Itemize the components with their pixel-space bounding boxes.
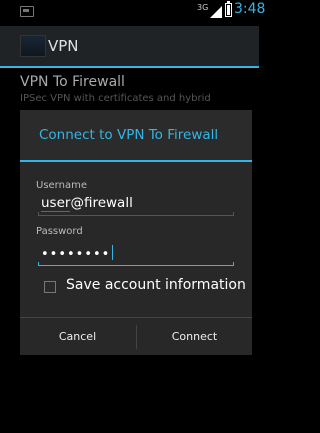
- username-label: Username: [36, 180, 87, 191]
- password-label: Password: [36, 226, 83, 237]
- password-field[interactable]: ••••••••: [38, 244, 234, 266]
- password-underline: [38, 262, 234, 266]
- vpn-profile-subtitle: IPSec VPN with certificates and hybrid: [20, 93, 211, 104]
- connect-dialog: Connect to VPN To Firewall Username user…: [20, 110, 252, 355]
- network-type: 3G: [197, 3, 209, 12]
- username-misspelled: user: [41, 195, 71, 212]
- password-value: ••••••••: [41, 247, 111, 262]
- text-cursor: [112, 245, 114, 260]
- vpn-app-icon[interactable]: [20, 35, 46, 57]
- notification-icon: [20, 6, 34, 17]
- username-underline: [38, 212, 234, 216]
- status-bar: 3G 3:48: [0, 0, 265, 22]
- save-account-label[interactable]: Save account information: [66, 277, 246, 293]
- action-bar: VPN: [0, 26, 259, 68]
- username-value: user@firewall: [41, 195, 133, 212]
- dialog-title: Connect to VPN To Firewall: [39, 127, 219, 143]
- connect-button[interactable]: Connect: [137, 318, 252, 356]
- dialog-button-bar: Cancel Connect: [20, 317, 252, 356]
- battery-icon: [225, 1, 232, 17]
- save-account-checkbox[interactable]: [44, 281, 56, 293]
- dialog-title-bar: Connect to VPN To Firewall: [20, 110, 252, 162]
- username-field[interactable]: user@firewall: [38, 194, 234, 216]
- cancel-button[interactable]: Cancel: [20, 318, 135, 356]
- password-value-wrap: ••••••••: [41, 245, 114, 262]
- action-bar-title: VPN: [48, 37, 79, 55]
- status-time: 3:48: [234, 1, 266, 17]
- vpn-profile-title[interactable]: VPN To Firewall: [20, 74, 125, 90]
- username-rest: @firewall: [70, 195, 133, 211]
